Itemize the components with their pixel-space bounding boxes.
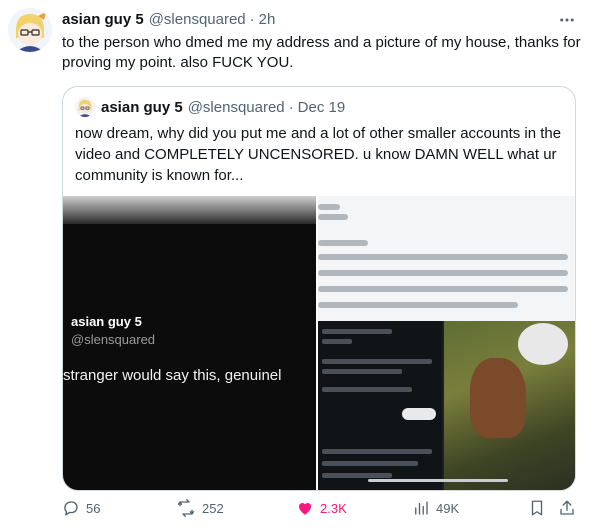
- screenshot-line: [318, 214, 348, 220]
- video-caption: stranger would say this, genuinel: [63, 367, 282, 384]
- repost-icon: [177, 499, 195, 517]
- handle[interactable]: @slensquared: [149, 11, 246, 28]
- screenshot-line: [322, 359, 432, 364]
- timestamp[interactable]: 2h: [259, 11, 276, 28]
- avatar-illustration: [8, 8, 52, 52]
- screenshot-line: [318, 270, 568, 276]
- screenshot-line: [318, 254, 568, 260]
- screenshot-line: [322, 339, 352, 344]
- screenshot-image[interactable]: [318, 196, 575, 490]
- repost-button[interactable]: 252: [176, 496, 224, 520]
- video-overlay-handle: @slensquared: [71, 332, 156, 347]
- reply-button[interactable]: 56: [62, 496, 100, 520]
- like-button[interactable]: 2.3K: [296, 496, 347, 520]
- reply-icon: [64, 501, 78, 516]
- screenshot-line: [318, 240, 368, 246]
- dog-figure: [470, 358, 526, 438]
- quote-tweet[interactable]: asian guy 5 @slensquared · Dec 19 now dr…: [62, 86, 576, 491]
- share-icon: [560, 500, 574, 515]
- video-blur-band: [63, 196, 316, 224]
- views-count: 49K: [436, 500, 460, 516]
- video-overlay-name: asian guy 5: [71, 314, 142, 329]
- screenshot-line: [322, 449, 432, 454]
- bookmark-button[interactable]: [528, 496, 546, 520]
- quote-avatar: [75, 97, 95, 117]
- separator-dot: ·: [249, 10, 255, 28]
- screenshot-dark-panel: [318, 321, 442, 490]
- quote-avatar-illustration: [75, 97, 95, 117]
- mask-figure: [518, 323, 568, 365]
- screenshot-line: [318, 302, 518, 308]
- screenshot-line: [322, 329, 392, 334]
- more-icon: [560, 18, 574, 22]
- more-button[interactable]: [556, 9, 578, 31]
- screenshot-line: [322, 473, 392, 478]
- tweet-text: to the person who dmed me my address and…: [62, 34, 581, 71]
- screenshot-line: [318, 286, 568, 292]
- quote-handle: @slensquared: [187, 98, 285, 116]
- tweet-header: asian guy 5 @slensquared · 2h: [62, 9, 275, 29]
- avatar[interactable]: [8, 8, 52, 52]
- quote-header: asian guy 5 @slensquared · Dec 19: [75, 97, 345, 117]
- share-button[interactable]: [558, 496, 576, 520]
- views-button[interactable]: 49K: [412, 496, 459, 520]
- quote-display-name: asian guy 5: [101, 98, 183, 116]
- screenshot-follow-pill: [402, 408, 436, 420]
- screenshot-line: [322, 461, 418, 466]
- quote-media: asian guy 5 @slensquared stranger would …: [63, 196, 575, 490]
- views-icon: [415, 501, 428, 515]
- quote-timestamp: Dec 19: [297, 98, 346, 116]
- screenshot-line: [318, 204, 340, 210]
- repost-count: 252: [202, 500, 224, 516]
- action-bar: 56 252 2.3K 49K: [0, 496, 603, 524]
- screenshot-text-area: [318, 196, 575, 321]
- screenshot-line: [322, 369, 402, 374]
- display-name[interactable]: asian guy 5: [62, 11, 144, 28]
- quote-text: now dream, why did you put me and a lot …: [75, 125, 562, 184]
- tweet[interactable]: asian guy 5 @slensquared · 2h to the per…: [0, 0, 603, 532]
- screenshot-line: [322, 387, 412, 392]
- like-count: 2.3K: [320, 500, 347, 516]
- bookmark-icon: [531, 500, 543, 516]
- reply-count: 56: [86, 500, 101, 516]
- quote-separator-dot: ·: [288, 98, 294, 116]
- screenshot-underline: [368, 479, 508, 482]
- heart-icon: [298, 502, 312, 515]
- video-thumbnail[interactable]: asian guy 5 @slensquared stranger would …: [63, 196, 316, 490]
